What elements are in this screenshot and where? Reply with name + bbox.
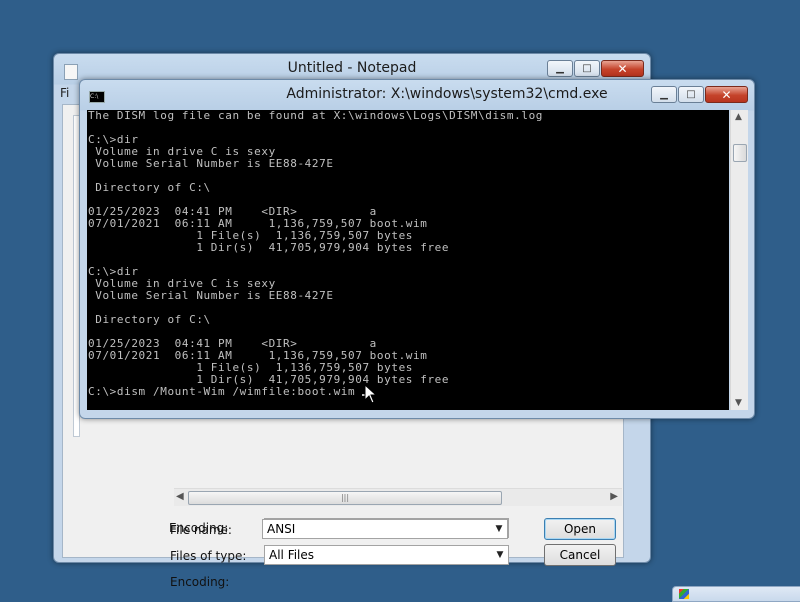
close-icon[interactable]: ✕ xyxy=(601,60,644,77)
files-of-type-value: All Files xyxy=(269,548,315,562)
close-icon[interactable]: ✕ xyxy=(705,86,748,103)
cmd-caption-buttons: ▁ □ ✕ xyxy=(650,86,748,103)
scroll-thumb[interactable] xyxy=(733,144,747,162)
vertical-scrollbar[interactable]: ▲ ▼ xyxy=(730,110,748,410)
maximize-icon[interactable]: □ xyxy=(574,60,600,77)
cmd-app-icon: C:\ xyxy=(89,91,105,103)
console-text: The DISM log file can be found at X:\win… xyxy=(88,110,544,386)
horizontal-scrollbar[interactable]: ◀ ||| ▶ xyxy=(174,488,622,506)
scroll-up-icon[interactable]: ▲ xyxy=(735,112,742,122)
minimize-icon[interactable]: ▁ xyxy=(651,86,677,103)
maximize-icon[interactable]: □ xyxy=(678,86,704,103)
windows-logo-icon xyxy=(679,589,689,599)
chevron-down-icon[interactable]: ▼ xyxy=(492,546,508,564)
encoding-label-visible: Encoding: xyxy=(169,521,229,535)
cmd-window[interactable]: C:\ Administrator: X:\windows\system32\c… xyxy=(79,79,755,419)
encoding-select[interactable]: ANSI ▼ xyxy=(262,519,508,539)
scroll-left-icon[interactable]: ◀ xyxy=(176,491,184,502)
scroll-right-icon[interactable]: ▶ xyxy=(610,491,618,502)
encoding-label: Encoding: xyxy=(170,575,230,589)
notepad-caption-buttons: ▁ □ ✕ xyxy=(546,60,644,77)
prompt-text: C:\>dism /Mount-Wim /wimfile:boot.wim xyxy=(88,385,363,398)
mouse-pointer-icon xyxy=(364,384,378,404)
scroll-down-icon[interactable]: ▼ xyxy=(735,398,742,408)
chevron-down-icon[interactable]: ▼ xyxy=(491,520,507,538)
notepad-menu-file[interactable]: Fi xyxy=(60,86,69,100)
encoding-value: ANSI xyxy=(267,522,296,536)
scroll-thumb[interactable]: ||| xyxy=(188,491,502,505)
files-of-type-label: Files of type: xyxy=(170,549,247,563)
console-prompt-line[interactable]: C:\>dism /Mount-Wim /wimfile:boot.wim xyxy=(87,386,729,398)
minimize-icon[interactable]: ▁ xyxy=(547,60,573,77)
open-button[interactable]: Open xyxy=(544,518,616,540)
console-output[interactable]: The DISM log file can be found at X:\win… xyxy=(87,110,729,410)
files-of-type-select[interactable]: All Files ▼ xyxy=(264,545,509,565)
cancel-button[interactable]: Cancel xyxy=(544,544,616,566)
